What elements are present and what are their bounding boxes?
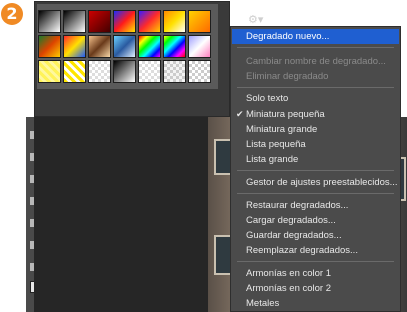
- menu-item-delete-gradient: Eliminar degradado: [246, 71, 329, 82]
- menu-item-color-harmonies-2[interactable]: Armonías en color 2: [232, 281, 399, 296]
- gradient-swatch[interactable]: [88, 10, 111, 33]
- gradient-swatch[interactable]: [188, 35, 211, 58]
- gradient-swatch[interactable]: [113, 10, 136, 33]
- menu-item-large-list[interactable]: Lista grande: [232, 152, 399, 167]
- gear-icon[interactable]: ⚙▾: [248, 13, 268, 27]
- gradient-swatch[interactable]: [163, 60, 186, 83]
- gradient-picker-panel: ⚙▾: [34, 1, 263, 117]
- canvas-background: [34, 117, 208, 312]
- menu-item-metals[interactable]: Metales: [232, 296, 399, 311]
- gradient-swatch[interactable]: [138, 35, 161, 58]
- menu-item-small-list[interactable]: Lista pequeña: [232, 137, 399, 152]
- gradient-swatch[interactable]: [188, 10, 211, 33]
- menu-item-replace-gradients[interactable]: Reemplazar degradados...: [232, 243, 399, 258]
- gradient-swatch[interactable]: [188, 60, 211, 83]
- gradient-swatch[interactable]: [138, 10, 161, 33]
- checkmark-icon: ✔: [236, 109, 244, 119]
- menu-item-rename-gradient: Cambiar nombre de degradado...: [246, 56, 386, 67]
- gradient-swatch[interactable]: [163, 35, 186, 58]
- menu-item-large-thumbnail[interactable]: Miniatura grande: [232, 122, 399, 137]
- menu-item-reset-gradients[interactable]: Restaurar degradados...: [232, 198, 399, 213]
- gradient-options-menu: Degradado nuevo... Cambiar nombre de deg…: [230, 26, 401, 312]
- menu-separator: [237, 170, 394, 171]
- step-number-badge: 2: [1, 3, 23, 25]
- gradient-swatch[interactable]: [113, 60, 136, 83]
- gradient-swatch[interactable]: [38, 60, 61, 83]
- gradient-swatch[interactable]: [88, 60, 111, 83]
- menu-item-preset-manager[interactable]: Gestor de ajustes preestablecidos...: [232, 175, 399, 190]
- gradient-swatch-grid: [37, 4, 218, 89]
- gradient-swatch[interactable]: [63, 10, 86, 33]
- gradient-swatch[interactable]: [63, 60, 86, 83]
- menu-separator: [237, 87, 394, 88]
- gradient-swatch[interactable]: [138, 60, 161, 83]
- menu-item-text-only[interactable]: Solo texto: [232, 91, 399, 106]
- menu-item-new-gradient[interactable]: Degradado nuevo...: [232, 29, 399, 44]
- gradient-swatch[interactable]: [38, 10, 61, 33]
- menu-item-color-harmonies-1[interactable]: Armonías en color 1: [232, 266, 399, 281]
- gradient-swatch[interactable]: [163, 10, 186, 33]
- menu-item-load-gradients[interactable]: Cargar degradados...: [232, 213, 399, 228]
- gradient-swatch[interactable]: [38, 35, 61, 58]
- menu-separator: [237, 261, 394, 262]
- menu-separator: [237, 47, 394, 48]
- menu-item-small-thumbnail[interactable]: ✔ Miniatura pequeña: [232, 107, 399, 122]
- gradient-swatch[interactable]: [88, 35, 111, 58]
- menu-item-save-gradients[interactable]: Guardar degradados...: [232, 228, 399, 243]
- gradient-swatch[interactable]: [113, 35, 136, 58]
- gradient-swatch[interactable]: [63, 35, 86, 58]
- menu-separator: [237, 193, 394, 194]
